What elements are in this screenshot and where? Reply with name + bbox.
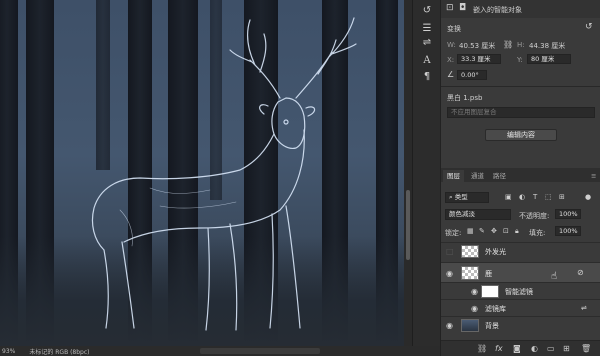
deer-glow-outline [91, 17, 357, 331]
x-field[interactable]: 33.3 厘米 [457, 54, 501, 64]
group-icon[interactable]: ▭ [547, 344, 555, 353]
filter-smart-object-icon[interactable]: ⊞ [559, 193, 565, 201]
panel-tool-strip: ↺ ☰ ⇌ A ¶ [412, 0, 440, 346]
scrollbar-thumb[interactable] [406, 190, 410, 260]
tab-channels[interactable]: 通道 [467, 170, 488, 182]
y-field[interactable]: 80 厘米 [527, 54, 571, 64]
layer-filter-kind[interactable]: ⌕ 类型 [445, 192, 489, 203]
width-value[interactable]: 40.53 厘米 [459, 41, 495, 51]
filter-kind-value: 类型 [454, 193, 468, 201]
properties-title: 嵌入的智能对象 [473, 6, 522, 14]
canvas-horizontal-scrollbar[interactable] [200, 348, 320, 354]
layer-name[interactable]: 外发光 [485, 247, 506, 257]
document-canvas[interactable] [0, 0, 404, 346]
tab-paths[interactable]: 路径 [489, 170, 510, 182]
layer-row-outer-glow[interactable]: □ 外发光 [441, 242, 600, 259]
lock-position-icon[interactable]: ✥ [491, 227, 497, 235]
layer-name[interactable]: 智能滤镜 [505, 287, 533, 297]
lock-all-icon[interactable]: 🔒︎ [515, 227, 519, 236]
adjustments-icon[interactable]: ⇌ [419, 36, 435, 50]
filter-type-icon[interactable]: T [533, 193, 537, 201]
visibility-eye-icon[interactable]: ◉ [446, 321, 453, 330]
right-panel: ⊡ ◘ 嵌入的智能对象 变换 ↺ W: 40.53 厘米 ⛓ H: 44.38 … [440, 0, 600, 356]
linked-file-name: 黑白 1.psb [447, 94, 483, 102]
properties-icon[interactable]: ☰ [419, 22, 435, 36]
visibility-eye-icon[interactable]: ◉ [446, 269, 453, 278]
layers-tab-bar: 图层 通道 路径 ≡ [441, 168, 600, 182]
layer-name[interactable]: 背景 [485, 321, 499, 331]
panel-menu-icon[interactable]: ≡ [587, 170, 600, 182]
paragraph-icon[interactable]: ¶ [419, 70, 435, 84]
layer-name[interactable]: 鹿 [485, 269, 492, 279]
visibility-off-icon[interactable]: □ [446, 247, 454, 256]
width-label: W: [447, 41, 456, 49]
transform-section-label: 变换 [447, 25, 461, 33]
zoom-level[interactable]: 93% [2, 348, 15, 355]
layer-name[interactable]: 滤镜库 [485, 304, 506, 314]
height-label: H: [517, 41, 525, 49]
link-dimensions-icon[interactable]: ⛓ [503, 40, 513, 49]
smart-object-icon: ⊡ [446, 3, 454, 13]
link-icon[interactable]: ⛓ [477, 344, 487, 353]
smart-object-badge-icon: ◘ [459, 3, 467, 13]
x-label: X: [447, 56, 455, 64]
filter-adjustment-icon[interactable]: ◐ [519, 193, 525, 201]
layer-row-smart-filters[interactable]: ◉ 智能滤镜 [441, 282, 600, 299]
layer-comp-select[interactable]: 不应用图层复合 [447, 107, 595, 118]
layer-thumbnail [461, 266, 479, 280]
new-layer-icon[interactable]: ⊞ [563, 344, 570, 353]
layer-thumbnail [461, 319, 479, 332]
layer-row-background[interactable]: ◉ 背景 [441, 316, 600, 333]
character-icon[interactable]: A [419, 54, 435, 68]
layers-bottom-toolbar: ⛓ fx ◙ ◐ ▭ ⊞ 🗑︎ [441, 340, 600, 356]
angle-field[interactable]: 0.00° [457, 70, 487, 80]
smart-object-link-icon: ⊘ [577, 268, 584, 277]
height-value[interactable]: 44.38 厘米 [529, 41, 565, 51]
y-label: Y: [517, 56, 523, 64]
fill-field[interactable]: 100% [555, 226, 581, 236]
visibility-eye-icon[interactable]: ◉ [471, 287, 478, 296]
color-mode-info: 未标记的 RGB (8bpc) [29, 348, 90, 356]
tab-layers[interactable]: 图层 [443, 170, 464, 182]
layer-thumbnail [461, 245, 479, 258]
trash-icon[interactable]: 🗑︎ [581, 344, 591, 353]
opacity-label: 不透明度: [519, 212, 550, 220]
visibility-eye-icon[interactable]: ◉ [471, 304, 478, 313]
filter-mask-thumbnail [481, 285, 499, 298]
layer-row-filter-gallery[interactable]: ◉ 滤镜库 ⇌ [441, 299, 600, 316]
layer-row-deer[interactable]: ◉ 鹿 ⊘ ☝ [441, 262, 600, 282]
mask-icon[interactable]: ◙ [513, 344, 521, 353]
divider [441, 86, 600, 87]
angle-icon: ∠ [447, 70, 455, 79]
filter-shape-icon[interactable]: ⬚ [545, 193, 552, 201]
lock-transparent-icon[interactable]: ▦ [467, 227, 474, 235]
lock-artboard-icon[interactable]: ⊡ [503, 227, 509, 235]
edit-contents-button[interactable]: 编辑内容 [485, 129, 557, 141]
canvas-vertical-scrollbar[interactable] [404, 0, 412, 346]
adjustment-icon[interactable]: ◐ [531, 344, 538, 353]
lock-label: 锁定: [445, 229, 462, 237]
filter-pixel-icon[interactable]: ▣ [505, 193, 512, 201]
blend-mode-select[interactable]: 颜色减淡 [445, 209, 511, 220]
history-icon[interactable]: ↺ [419, 4, 435, 18]
mouse-cursor-icon: ☝ [551, 271, 558, 282]
reset-transform-icon[interactable]: ↺ [585, 22, 593, 32]
properties-header: ⊡ ◘ 嵌入的智能对象 [441, 0, 600, 18]
fx-icon[interactable]: fx [495, 344, 503, 353]
filter-options-icon[interactable]: ⇌ [581, 304, 587, 312]
opacity-field[interactable]: 100% [555, 209, 581, 219]
lock-image-icon[interactable]: ✎ [479, 227, 485, 235]
filter-toggle-icon[interactable]: ● [585, 193, 591, 201]
fill-label: 填充: [529, 229, 546, 237]
